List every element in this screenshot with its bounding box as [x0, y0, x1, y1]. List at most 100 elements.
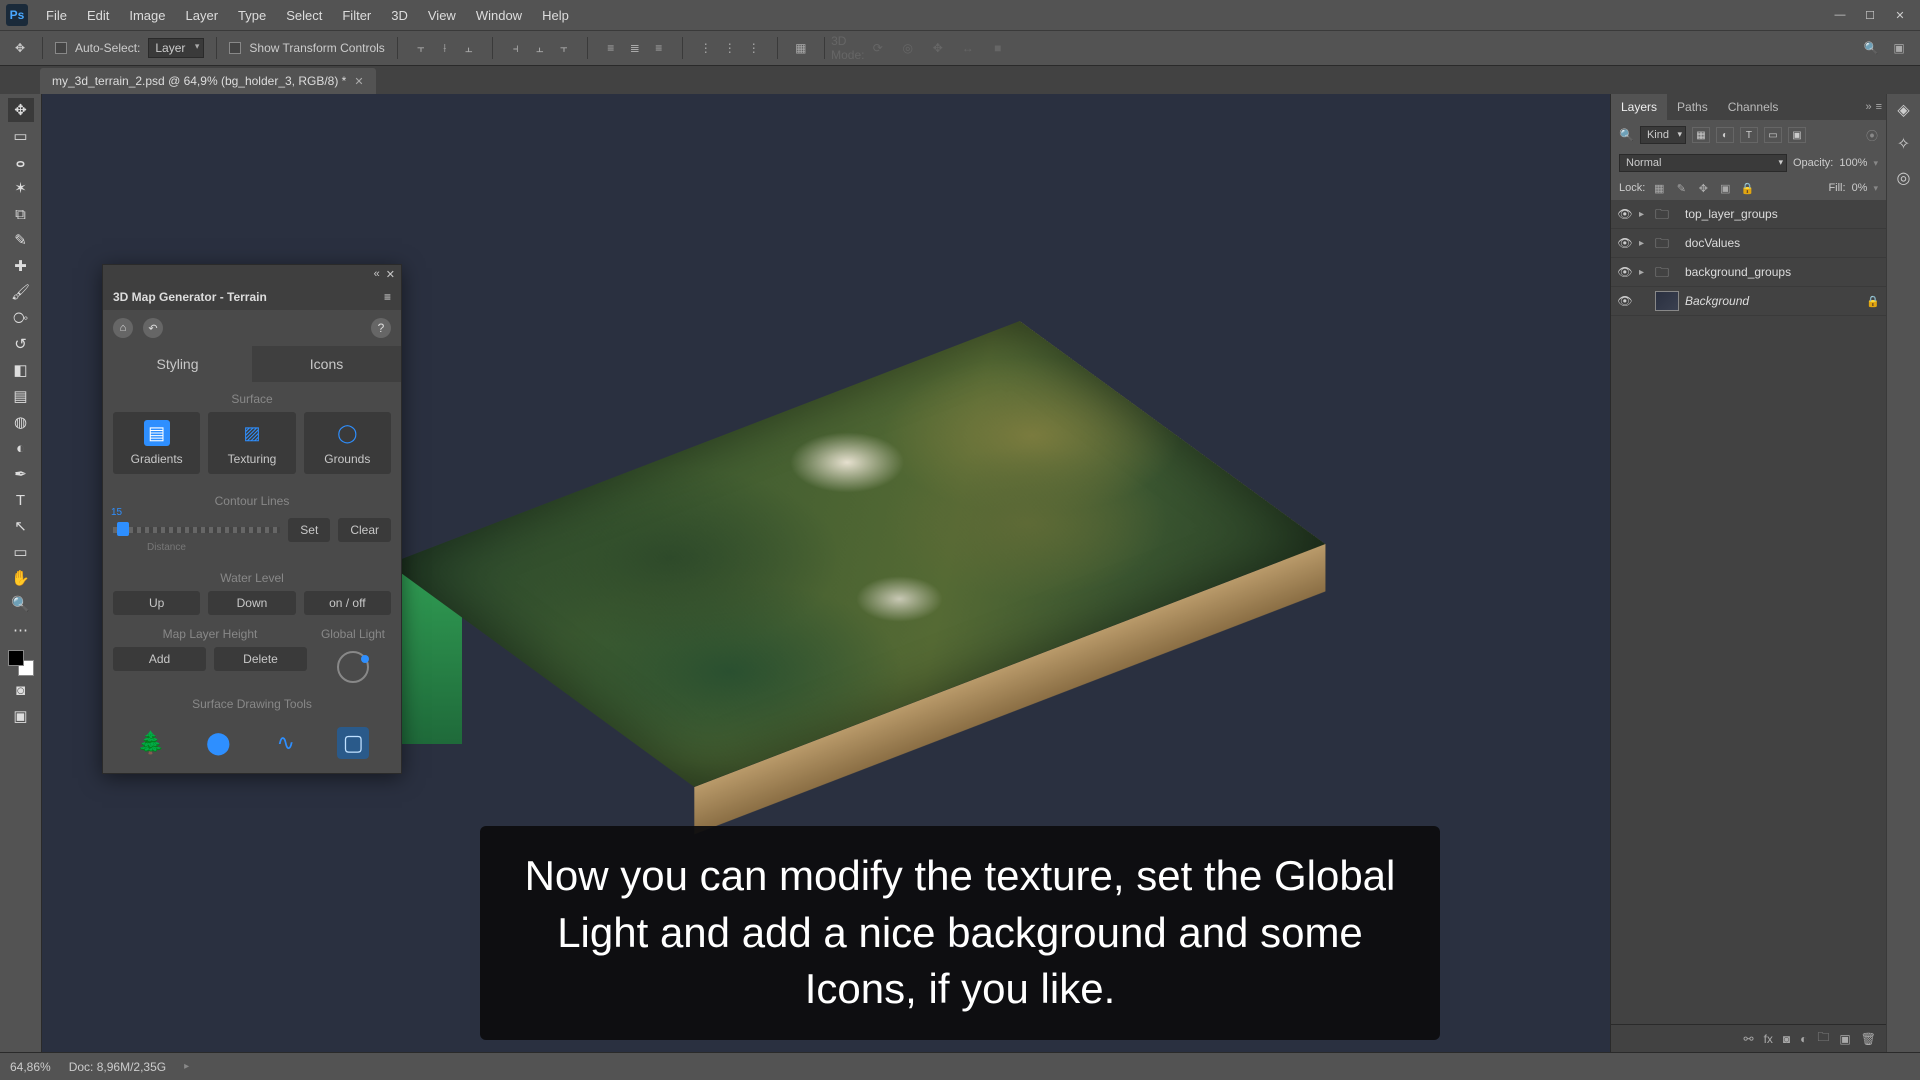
adjustment-layer-icon[interactable]: ◐ — [1800, 1032, 1807, 1046]
lock-all-icon[interactable]: 🔒 — [1739, 180, 1755, 196]
collapsed-panel-3-icon[interactable]: ◎ — [1897, 168, 1911, 188]
expand-icon[interactable]: ▸ — [1639, 209, 1649, 220]
lock-move-icon[interactable]: ✥ — [1695, 180, 1711, 196]
layer-row[interactable]: 👁 ▸ 🗀 docValues — [1611, 229, 1886, 258]
fill-value[interactable]: 0% — [1852, 182, 1868, 194]
panel-collapse-icon[interactable]: « — [374, 268, 380, 281]
eyedropper-tool[interactable]: ✎ — [8, 228, 34, 252]
expand-icon[interactable]: ▸ — [1639, 238, 1649, 249]
edit-toolbar[interactable]: ⋯ — [8, 618, 34, 642]
menu-window[interactable]: Window — [466, 8, 532, 23]
layer-row[interactable]: 👁 ▸ 🗀 top_layer_groups — [1611, 200, 1886, 229]
menu-image[interactable]: Image — [119, 8, 175, 23]
tab-layers[interactable]: Layers — [1611, 94, 1667, 120]
menu-type[interactable]: Type — [228, 8, 276, 23]
align-center-h-icon[interactable]: ⟊ — [434, 37, 456, 59]
bush-brush-icon[interactable]: ⬤ — [202, 727, 234, 759]
collapsed-panel-2-icon[interactable]: ✧ — [1897, 134, 1910, 154]
document-tab[interactable]: my_3d_terrain_2.psd @ 64,9% (bg_holder_3… — [40, 68, 376, 94]
healing-tool[interactable]: ✚ — [8, 254, 34, 278]
lock-position-icon[interactable]: ✎ — [1673, 180, 1689, 196]
menu-help[interactable]: Help — [532, 8, 579, 23]
menu-view[interactable]: View — [418, 8, 466, 23]
move-tool[interactable]: ✥ — [8, 98, 34, 122]
path-select-tool[interactable]: ↖ — [8, 514, 34, 538]
menu-select[interactable]: Select — [276, 8, 332, 23]
color-swatch[interactable] — [8, 650, 34, 676]
marquee-tool[interactable]: ▭ — [8, 124, 34, 148]
filter-toggle-icon[interactable]: ⦿ — [1866, 127, 1878, 144]
distribute-6-icon[interactable]: ⋮ — [743, 37, 765, 59]
eraser-tool[interactable]: ◧ — [8, 358, 34, 382]
new-layer-icon[interactable]: ▣ — [1839, 1032, 1850, 1046]
add-button[interactable]: Add — [113, 647, 206, 671]
back-icon[interactable]: ↶ — [143, 318, 163, 338]
distribute-5-icon[interactable]: ⋮ — [719, 37, 741, 59]
3d-orbit-icon[interactable]: ⟳ — [867, 37, 889, 59]
distribute-3-icon[interactable]: ≡ — [648, 37, 670, 59]
filter-pixel-icon[interactable]: ▦ — [1692, 127, 1710, 143]
distribute-4-icon[interactable]: ⋮ — [695, 37, 717, 59]
align-left-icon[interactable]: ⫟ — [410, 37, 432, 59]
gradient-tool[interactable]: ▤ — [8, 384, 34, 408]
filter-type-icon[interactable]: T — [1740, 127, 1758, 143]
screen-mode-icon[interactable]: ▣ — [8, 704, 34, 728]
auto-align-icon[interactable]: ▦ — [790, 37, 812, 59]
area-brush-icon[interactable]: ▢ — [337, 727, 369, 759]
grounds-button[interactable]: ◯ Grounds — [304, 412, 391, 474]
visibility-icon[interactable]: 👁 — [1617, 294, 1633, 308]
window-minimize[interactable]: — — [1826, 5, 1854, 25]
shape-tool[interactable]: ▭ — [8, 540, 34, 564]
align-right-icon[interactable]: ⫠ — [458, 37, 480, 59]
down-button[interactable]: Down — [208, 591, 295, 615]
panel-expand-icon[interactable]: » — [1865, 101, 1871, 113]
menu-file[interactable]: File — [36, 8, 77, 23]
auto-select-dropdown[interactable]: Layer — [148, 38, 204, 58]
help-icon[interactable]: ? — [371, 318, 391, 338]
3d-roll-icon[interactable]: ◎ — [897, 37, 919, 59]
panel-menu-icon[interactable]: ≡ — [1876, 101, 1882, 113]
global-light-dial[interactable] — [337, 651, 369, 683]
clear-button[interactable]: Clear — [338, 518, 391, 542]
workspace-icon[interactable]: ▣ — [1888, 37, 1910, 59]
expand-icon[interactable]: ▸ — [1639, 267, 1649, 278]
type-tool[interactable]: T — [8, 488, 34, 512]
brush-tool[interactable]: 🖌 — [8, 280, 34, 304]
pen-tool[interactable]: ✒ — [8, 462, 34, 486]
history-brush-tool[interactable]: ↺ — [8, 332, 34, 356]
delete-layer-icon[interactable]: 🗑 — [1861, 1032, 1876, 1046]
lasso-tool[interactable]: ⴰ — [8, 150, 34, 174]
layer-row[interactable]: 👁 ▸ 🗀 background_groups — [1611, 258, 1886, 287]
visibility-icon[interactable]: 👁 — [1617, 265, 1633, 279]
tab-channels[interactable]: Channels — [1718, 94, 1789, 120]
delete-button[interactable]: Delete — [214, 647, 307, 671]
menu-3d[interactable]: 3D — [381, 8, 418, 23]
window-close[interactable]: ✕ — [1886, 5, 1914, 25]
contour-slider[interactable]: 15 — [113, 527, 280, 533]
close-icon[interactable]: ✕ — [354, 75, 363, 88]
stamp-tool[interactable]: ⧂ — [8, 306, 34, 330]
crop-tool[interactable]: ⧉ — [8, 202, 34, 226]
panel-close-icon[interactable]: ✕ — [386, 268, 395, 281]
tab-paths[interactable]: Paths — [1667, 94, 1718, 120]
blend-mode-dropdown[interactable]: Normal — [1619, 154, 1787, 172]
filter-kind-dropdown[interactable]: Kind — [1640, 126, 1686, 144]
filter-magnify-icon[interactable]: 🔍 — [1619, 128, 1634, 142]
show-transform-checkbox[interactable] — [229, 42, 241, 54]
window-maximize[interactable]: ☐ — [1856, 5, 1884, 25]
lock-icon[interactable]: 🔒 — [1866, 295, 1880, 308]
tab-icons[interactable]: Icons — [252, 346, 401, 382]
lock-pixels-icon[interactable]: ▦ — [1651, 180, 1667, 196]
lock-artboard-icon[interactable]: ▣ — [1717, 180, 1733, 196]
panel-menu-icon[interactable]: ≡ — [384, 290, 391, 304]
quick-mask-icon[interactable]: ◙ — [8, 678, 34, 702]
dodge-tool[interactable]: ◐ — [8, 436, 34, 460]
distribute-1-icon[interactable]: ≡ — [600, 37, 622, 59]
zoom-level[interactable]: 64,86% — [10, 1060, 51, 1074]
up-button[interactable]: Up — [113, 591, 200, 615]
3d-slide-icon[interactable]: ↔ — [957, 37, 979, 59]
tab-styling[interactable]: Styling — [103, 346, 252, 382]
texturing-button[interactable]: ▨ Texturing — [208, 412, 295, 474]
menu-edit[interactable]: Edit — [77, 8, 119, 23]
3d-pan-icon[interactable]: ✥ — [927, 37, 949, 59]
